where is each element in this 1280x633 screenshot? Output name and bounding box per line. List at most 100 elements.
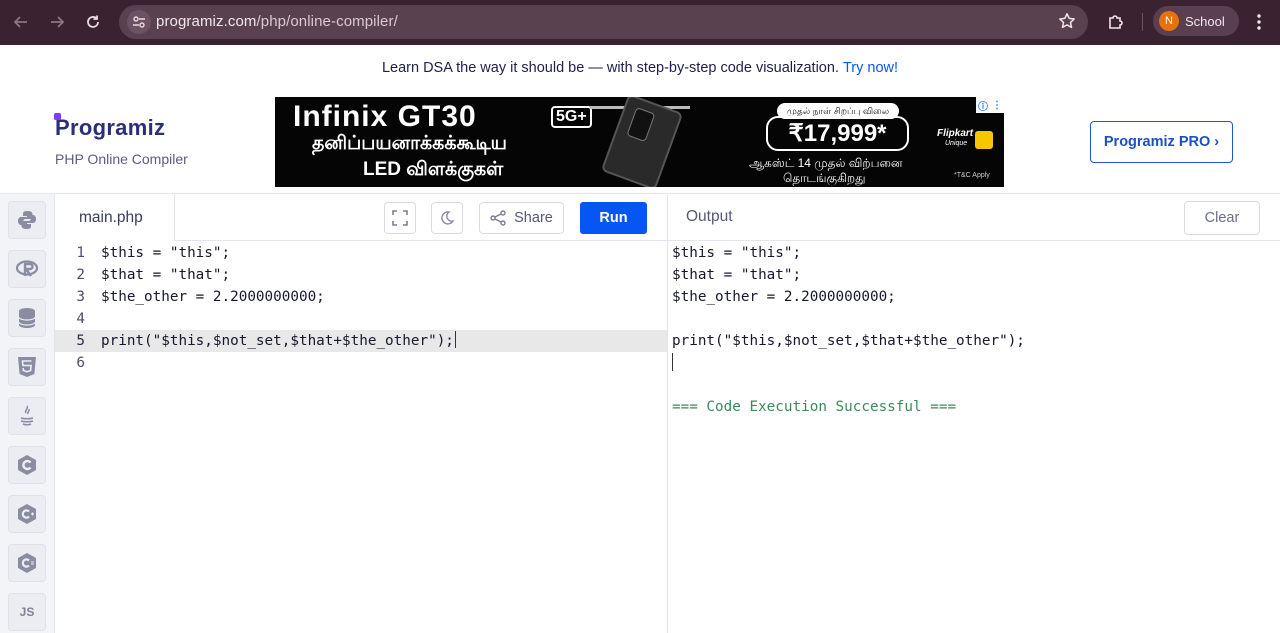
ad-tnc: *T&C Apply — [954, 172, 990, 179]
menu-button[interactable] — [1245, 8, 1273, 36]
output-pane: Output Clear $this = "this"; $that = "th… — [668, 194, 1280, 633]
lang-sql[interactable] — [8, 299, 46, 337]
forward-button[interactable] — [43, 8, 71, 36]
line-number: 2 — [76, 267, 85, 283]
share-button[interactable]: Share — [479, 202, 564, 234]
arrow-right-icon — [51, 16, 65, 28]
code-line: 3 $the_other = 2.2000000000; — [55, 286, 667, 308]
browser-toolbar: programiz.com/php/online-compiler/ N Sch… — [0, 0, 1280, 45]
ad-phone-image — [600, 97, 684, 187]
code-editor[interactable]: 1 $this = "this"; 2 $that = "that"; 3 $the_… — [55, 241, 667, 633]
output-line: print("$this,$not_set,$that+$the_other")… — [672, 333, 1025, 349]
r-icon — [16, 260, 38, 277]
database-icon — [18, 308, 36, 328]
url-host: programiz.com — [156, 13, 257, 30]
fullscreen-icon — [392, 210, 408, 226]
back-button[interactable] — [7, 8, 35, 36]
c-icon — [18, 455, 36, 475]
code-line: 2 $that = "that"; — [55, 264, 667, 286]
output-toolbar: Output Clear — [668, 194, 1280, 241]
code-text: $that = "that"; — [101, 267, 231, 283]
programiz-logo[interactable]: Programiz — [54, 113, 188, 141]
share-label: Share — [514, 210, 553, 226]
share-icon — [490, 210, 506, 226]
lang-csharp[interactable] — [8, 544, 46, 582]
output-console[interactable]: $this = "this"; $that = "that"; $the_oth… — [668, 241, 1280, 633]
fullscreen-button[interactable] — [384, 202, 416, 234]
output-line: $the_other = 2.2000000000; — [672, 289, 896, 305]
code-line: 4 — [55, 308, 667, 330]
profile-name: School — [1185, 13, 1225, 29]
announcement-link[interactable]: Try now! — [843, 60, 898, 76]
adchoices-icon[interactable]: ⓘ ⋮ — [976, 97, 1004, 113]
code-line: 6 — [55, 352, 667, 374]
flipkart-bag-icon — [975, 131, 993, 149]
cpp-icon — [18, 504, 36, 524]
code-line-active: 5 print("$this,$not_set,$that+$the_other"… — [55, 330, 667, 352]
output-line: $that = "that"; — [672, 267, 802, 283]
ad-5g-badge: 5G+ — [551, 106, 592, 128]
code-text: print("$this,$not_set,$that+$the_other")… — [101, 333, 454, 349]
line-number: 1 — [76, 245, 85, 261]
reload-button[interactable] — [79, 8, 107, 36]
output-title: Output — [686, 208, 733, 225]
lang-c[interactable] — [8, 446, 46, 484]
ad-brand: Flipkart Unique — [937, 128, 974, 148]
ad-price: ₹17,999* — [766, 116, 909, 151]
file-tab[interactable]: main.php — [55, 194, 175, 241]
csharp-icon — [18, 553, 36, 573]
python-icon — [18, 211, 36, 229]
java-icon — [20, 405, 34, 426]
output-caret — [672, 353, 673, 371]
arrow-left-icon — [13, 16, 27, 28]
editor-toolbar: main.php Share Run — [55, 194, 667, 241]
output-line: $this = "this"; — [672, 245, 802, 261]
logo-text: rogramiz — [69, 115, 166, 140]
lang-cpp[interactable] — [8, 495, 46, 533]
ad-sale-line-2: தொடங்குகிறது — [783, 171, 866, 185]
reload-icon — [87, 15, 99, 28]
code-text-wrap: print("$this,$not_set,$that+$the_other")… — [101, 330, 456, 352]
code-line: 1 $this = "this"; — [55, 242, 667, 264]
code-text: $the_other = 2.2000000000; — [101, 289, 325, 305]
run-button[interactable]: Run — [580, 202, 647, 234]
language-sidebar: JS — [0, 194, 55, 633]
site-info-icon[interactable] — [127, 10, 151, 34]
lang-html[interactable] — [8, 348, 46, 386]
extensions-button[interactable] — [1102, 8, 1130, 36]
moon-icon — [441, 211, 455, 225]
announcement-text: Learn DSA the way it should be — with st… — [381, 59, 839, 76]
ad-tagline-1: தனிப்பயனாக்கக்கூடிய — [312, 133, 507, 154]
avatar: N — [1159, 11, 1179, 31]
more-vertical-icon — [1257, 14, 1261, 30]
clear-button[interactable]: Clear — [1184, 201, 1260, 235]
announcement-bar: Learn DSA the way it should be — with st… — [0, 45, 1280, 90]
ad-tagline-2: LED விளக்குகள் — [363, 159, 504, 180]
brand: Programiz PHP Online Compiler — [54, 113, 188, 167]
ad-headline: Infinix GT30 — [293, 100, 477, 133]
workspace: JS main.php Share Run 1 $this = "this"; 2… — [0, 193, 1280, 633]
line-number: 5 — [76, 333, 85, 349]
lang-r[interactable] — [8, 250, 46, 288]
ad-sale-line-1: ஆகஸ்ட் 14 முதல் விற்பனை — [749, 156, 903, 170]
programiz-pro-button[interactable]: Programiz PRO › — [1090, 121, 1233, 163]
url-path: /php/online-compiler/ — [256, 13, 398, 30]
text-caret — [454, 331, 456, 348]
theme-toggle-button[interactable] — [431, 202, 463, 234]
profile-chip[interactable]: N School — [1153, 6, 1239, 36]
bookmark-star-icon[interactable] — [1058, 12, 1076, 35]
toolbar-divider — [1142, 13, 1143, 31]
logo-mark: P — [54, 113, 70, 140]
page-subtitle: PHP Online Compiler — [55, 151, 188, 167]
address-bar[interactable]: programiz.com/php/online-compiler/ — [119, 5, 1088, 39]
lang-java[interactable] — [8, 397, 46, 435]
lang-python[interactable] — [8, 201, 46, 239]
line-number: 4 — [76, 311, 85, 327]
puzzle-icon — [1109, 15, 1123, 29]
url-text: programiz.com/php/online-compiler/ — [156, 13, 398, 30]
html5-icon — [18, 357, 36, 377]
editor-pane: main.php Share Run 1 $this = "this"; 2 $th… — [55, 194, 667, 633]
advertisement-banner[interactable]: Infinix GT30 5G+ தனிப்பயனாக்கக்கூடிய LED… — [275, 97, 1004, 187]
line-number: 6 — [76, 355, 85, 371]
lang-js[interactable]: JS — [8, 593, 46, 631]
